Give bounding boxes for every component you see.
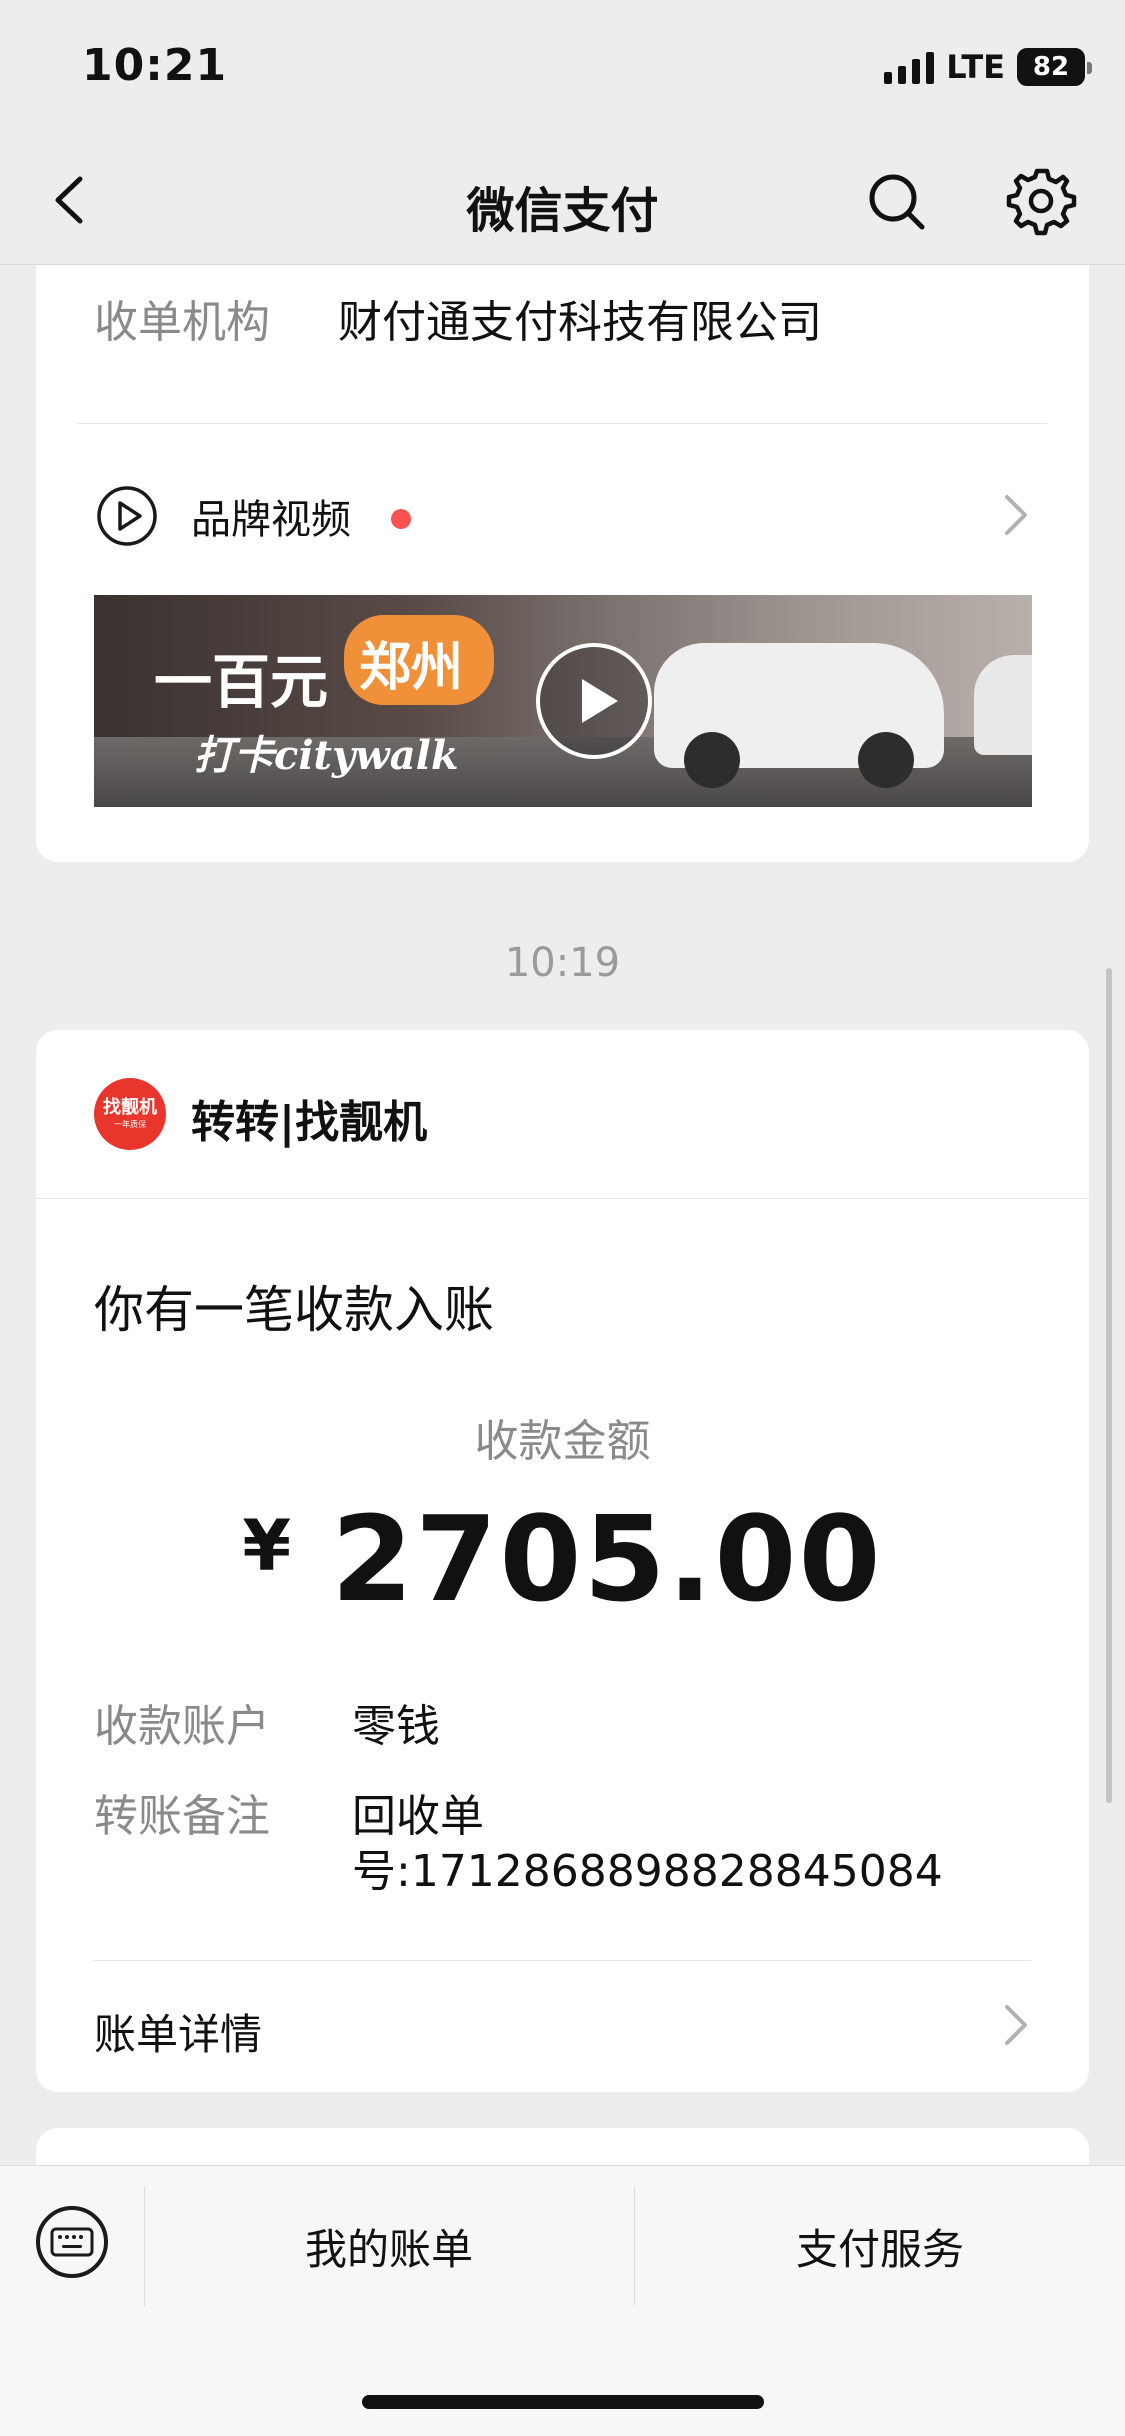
divider bbox=[78, 423, 1047, 424]
bill-detail-link: 账单详情 bbox=[94, 2010, 263, 2059]
home-indicator[interactable] bbox=[362, 2395, 764, 2409]
video-overlay-line2: 打卡citywalk bbox=[194, 732, 459, 779]
page-title: 微信支付 bbox=[466, 183, 659, 239]
navigation-bar: 微信支付 bbox=[0, 135, 1125, 265]
merchant-logo-text: 找靓机 bbox=[103, 1097, 157, 1118]
signal-icon bbox=[884, 50, 935, 84]
network-type: LTE bbox=[946, 48, 1005, 86]
status-indicators: LTE 82 bbox=[884, 44, 1092, 90]
brand-video-label: 品牌视频 bbox=[191, 497, 351, 543]
remark-value-line2: 号:1712868898828845084 bbox=[352, 1846, 943, 1897]
acquirer-card: 收单机构 财付通支付科技有限公司 品牌视频 一百元 郑州 打卡citywalk bbox=[36, 230, 1089, 862]
chevron-right-icon bbox=[1005, 2005, 1027, 2045]
battery-level: 82 bbox=[1032, 52, 1070, 82]
message-timestamp: 10:19 bbox=[504, 940, 621, 986]
bill-detail-row[interactable]: 账单详情 bbox=[36, 1961, 1089, 2091]
keyboard-icon[interactable] bbox=[36, 2206, 108, 2278]
account-value: 零钱 bbox=[352, 1701, 440, 1752]
tab-my-bills[interactable]: 我的账单 bbox=[145, 2206, 633, 2286]
video-overlay-badge: 郑州 bbox=[359, 637, 464, 698]
payment-notice-card: 找靓机 一年质保 转转|找靓机 你有一笔收款入账 收款金额 ¥2705.00 收… bbox=[36, 1030, 1089, 2092]
account-label: 收款账户 bbox=[94, 1701, 270, 1752]
merchant-logo: 找靓机 一年质保 bbox=[94, 1078, 166, 1150]
remark-label: 转账备注 bbox=[94, 1791, 270, 1842]
play-circle-icon bbox=[97, 486, 157, 546]
brand-video-thumbnail[interactable]: 一百元 郑州 打卡citywalk bbox=[94, 595, 1032, 807]
acquirer-value: 财付通支付科技有限公司 bbox=[338, 297, 822, 348]
video-play-icon[interactable] bbox=[534, 641, 654, 761]
gear-icon[interactable] bbox=[1005, 165, 1077, 237]
new-indicator-dot bbox=[391, 509, 411, 529]
chevron-right-icon bbox=[1005, 495, 1027, 535]
notice-title: 你有一笔收款入账 bbox=[94, 1281, 494, 1339]
merchant-name[interactable]: 转转|找靓机 bbox=[191, 1086, 427, 1150]
search-icon[interactable] bbox=[862, 167, 932, 237]
scrollbar[interactable] bbox=[1106, 968, 1112, 1803]
video-overlay-line1: 一百元 bbox=[154, 648, 329, 716]
status-time: 10:21 bbox=[82, 40, 228, 91]
currency-symbol: ¥ bbox=[242, 1505, 292, 1587]
acquirer-label: 收单机构 bbox=[94, 297, 270, 348]
merchant-logo-subtext: 一年质保 bbox=[114, 1120, 146, 1129]
car-image bbox=[654, 643, 944, 788]
amount-display: ¥2705.00 bbox=[36, 1490, 1089, 1628]
chevron-left-icon[interactable] bbox=[40, 165, 100, 235]
wechat-pay-page: 10:21 LTE 82 收单机构 财付通支付科技有限公司 品牌视频 一百元 郑… bbox=[0, 0, 1125, 2436]
battery-icon: 82 bbox=[1017, 48, 1092, 86]
brand-video-row[interactable]: 品牌视频 bbox=[36, 455, 1089, 575]
divider bbox=[36, 1198, 1089, 1199]
amount-label: 收款金额 bbox=[474, 1416, 651, 1467]
amount-value: 2705.00 bbox=[331, 1490, 883, 1628]
tab-payment-services[interactable]: 支付服务 bbox=[635, 2206, 1125, 2286]
status-bar: 10:21 LTE 82 bbox=[0, 0, 1125, 135]
